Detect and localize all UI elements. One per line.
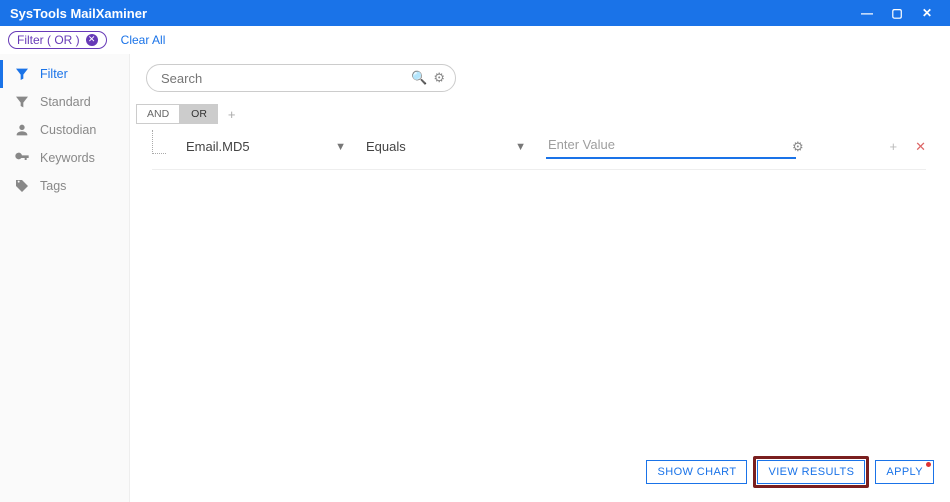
view-results-highlight: VIEW RESULTS — [753, 456, 869, 488]
filter-toolbar: Filter ( OR ) ✕ Clear All — [0, 26, 950, 54]
sidebar-item-keywords[interactable]: Keywords — [0, 144, 129, 172]
key-icon — [14, 150, 30, 166]
sidebar: Filter Standard Custodian Keywords Tags — [0, 54, 130, 502]
window-title: SysTools MailXaminer — [10, 6, 147, 21]
filter-chip-label: Filter ( OR ) — [17, 33, 80, 47]
logic-or-button[interactable]: OR — [180, 104, 218, 124]
funnel-icon — [14, 94, 30, 110]
field-dropdown[interactable]: Email.MD5 ▼ — [186, 135, 346, 158]
delete-rule-button[interactable]: ✕ — [915, 139, 926, 155]
footer-actions: SHOW CHART VIEW RESULTS APPLY — [646, 456, 934, 488]
minimize-button[interactable]: — — [852, 6, 882, 20]
titlebar: SysTools MailXaminer — ▢ ✕ — [0, 0, 950, 26]
filter-rule-row: Email.MD5 ▼ Equals ▼ ⚙ + ✕ — [152, 134, 926, 170]
search-settings-icon[interactable]: ⚙ — [433, 70, 445, 86]
operator-dropdown[interactable]: Equals ▼ — [366, 135, 526, 158]
sidebar-item-standard[interactable]: Standard — [0, 88, 129, 116]
sidebar-item-filter[interactable]: Filter — [0, 60, 129, 88]
apply-button[interactable]: APPLY — [875, 460, 934, 484]
value-settings-icon[interactable]: ⚙ — [792, 139, 804, 155]
apply-label: APPLY — [886, 466, 923, 478]
sidebar-item-label: Keywords — [40, 151, 95, 165]
logic-and-button[interactable]: AND — [136, 104, 180, 124]
maximize-button[interactable]: ▢ — [882, 6, 912, 20]
main-panel: 🔍 ⚙ AND OR + Email.MD5 ▼ Equals ▼ ⚙ + ✕ — [130, 54, 950, 502]
tree-connector — [152, 130, 166, 154]
show-chart-button[interactable]: SHOW CHART — [646, 460, 747, 484]
filter-icon — [14, 66, 30, 82]
sidebar-item-label: Standard — [40, 95, 91, 109]
view-results-button[interactable]: VIEW RESULTS — [757, 460, 865, 484]
sidebar-item-label: Tags — [40, 179, 66, 193]
field-value: Email.MD5 — [186, 139, 250, 154]
close-button[interactable]: ✕ — [912, 6, 942, 20]
value-input[interactable] — [546, 134, 796, 159]
remove-filter-icon[interactable]: ✕ — [86, 34, 98, 46]
operator-value: Equals — [366, 139, 406, 154]
chevron-down-icon: ▼ — [335, 141, 346, 153]
logic-toggle: AND OR + — [136, 104, 926, 124]
chevron-down-icon: ▼ — [515, 141, 526, 153]
add-group-button[interactable]: + — [228, 107, 236, 122]
search-icon[interactable]: 🔍 — [411, 70, 427, 86]
sidebar-item-label: Custodian — [40, 123, 96, 137]
active-filter-chip[interactable]: Filter ( OR ) ✕ — [8, 31, 107, 49]
sidebar-item-custodian[interactable]: Custodian — [0, 116, 129, 144]
clear-all-link[interactable]: Clear All — [121, 33, 166, 47]
sidebar-item-tags[interactable]: Tags — [0, 172, 129, 200]
apply-indicator-dot — [926, 462, 931, 467]
search-field[interactable]: 🔍 ⚙ — [146, 64, 456, 92]
search-input[interactable] — [161, 71, 411, 86]
tag-icon — [14, 178, 30, 194]
add-rule-button[interactable]: + — [890, 139, 898, 155]
person-icon — [14, 122, 30, 138]
sidebar-item-label: Filter — [40, 67, 68, 81]
